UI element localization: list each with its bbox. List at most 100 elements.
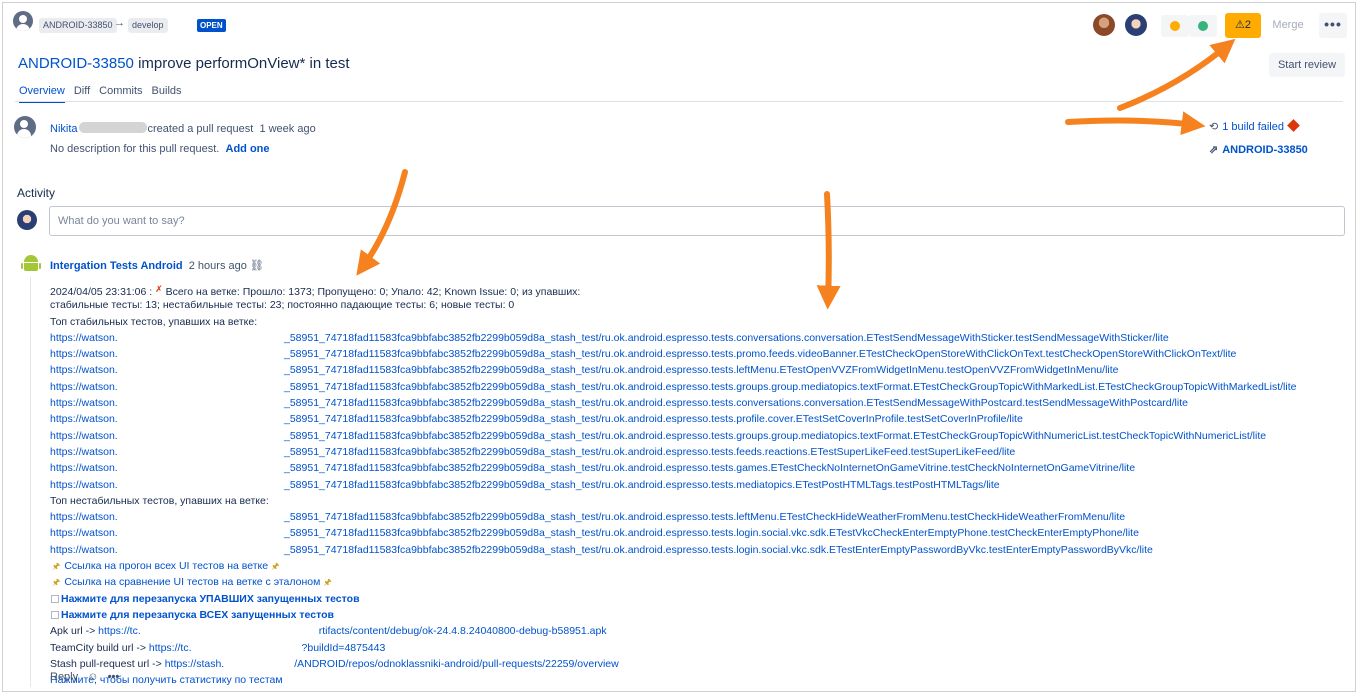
test-link-path[interactable]: _58951_74718fad11583fca9bbfabc3852fb2299… [284, 509, 1125, 525]
test-link-path[interactable]: _58951_74718fad11583fca9bbfabc3852fb2299… [284, 460, 1135, 476]
more-actions-button[interactable]: ••• [1319, 13, 1347, 38]
fail-mark-icon: ✗ [155, 284, 163, 294]
pin-icon: 🖈 [52, 577, 61, 588]
android-icon [21, 255, 41, 273]
test-link-host[interactable]: https://watson. [50, 542, 118, 558]
teamcity-url-link[interactable]: https://tc. ?buildId=4875443 [149, 642, 385, 654]
compare-ui-tests-link[interactable]: Ссылка на сравнение UI тестов на ветке с… [64, 576, 320, 588]
creator-line: Nikita created a pull request 1 week ago [50, 122, 316, 135]
test-link-row: https://watson. _58951_74718fad11583fca9b… [50, 330, 1350, 346]
stash-url-line: Stash pull-request url -> https://stash.… [50, 657, 619, 670]
test-link-host[interactable]: https://watson. [50, 362, 118, 378]
checkbox-icon [51, 594, 59, 603]
test-link-row: https://watson. _58951_74718fad11583fca9b… [50, 346, 1350, 362]
summary-line: 2024/04/05 23:31:06 : ✗ Всего на ветке: … [50, 284, 581, 298]
emoji-icon[interactable]: ☺ [87, 671, 98, 683]
test-link-row: https://watson. _58951_74718fad11583fca9b… [50, 542, 1350, 558]
list-item: 🖈 Ссылка на прогон всех UI тестов на ветк… [50, 558, 1350, 574]
test-link-path[interactable]: _58951_74718fad11583fca9bbfabc3852fb2299… [284, 379, 1296, 395]
merge-checks-warning-button[interactable]: ⚠2 [1225, 13, 1261, 38]
list-item: Нажмите для перезапуска ВСЕХ запущенных … [50, 607, 1350, 623]
comment-actions: Reply ☺ ••• [50, 671, 119, 683]
reviewer-avatar[interactable] [1125, 14, 1147, 36]
rerun-failed-link[interactable]: Нажмите для перезапуска УПАВШИХ запущенн… [61, 593, 360, 605]
test-link-path[interactable]: _58951_74718fad11583fca9bbfabc3852fb2299… [284, 477, 1000, 493]
test-link-row: https://watson. _58951_74718fad11583fca9b… [50, 362, 1350, 378]
test-link-row: https://watson. _58951_74718fad11583fca9b… [50, 379, 1350, 395]
test-link-row: https://watson. _58951_74718fad11583fca9b… [50, 509, 1350, 525]
test-link-host[interactable]: https://watson. [50, 428, 118, 444]
jira-issue-link[interactable]: ⇗ ANDROID-33850 [1209, 143, 1308, 156]
tab-diff[interactable]: Diff [74, 85, 90, 101]
test-link-host[interactable]: https://watson. [50, 525, 118, 541]
needs-work-status[interactable] [1161, 15, 1189, 37]
add-description-link[interactable]: Add one [226, 143, 270, 155]
list-item: 🖈 Ссылка на сравнение UI тестов на ветке … [50, 574, 1350, 590]
approved-status[interactable] [1189, 15, 1217, 37]
activity-heading: Activity [17, 186, 56, 200]
error-icon [1287, 119, 1300, 132]
page-title: ANDROID-33850 improve performOnView* in … [18, 55, 350, 72]
comment-author-link[interactable]: Intergation Tests Android [50, 260, 183, 272]
title-issue-key[interactable]: ANDROID-33850 [18, 55, 134, 72]
target-branch-tag[interactable]: develop [128, 18, 168, 33]
arrow-right-icon: → [114, 17, 125, 29]
tab-builds[interactable]: Builds [152, 85, 182, 101]
rerun-all-link[interactable]: Нажмите для перезапуска ВСЕХ запущенных … [61, 609, 334, 621]
pin-icon: 🖈 [271, 561, 280, 572]
stash-url-link[interactable]: https://stash./ANDROID/repos/odnoklassni… [165, 658, 619, 670]
creator-avatar[interactable] [14, 116, 36, 138]
pr-tabs: Overview Diff Commits Builds [19, 85, 191, 103]
apk-url-line: Apk url -> https://tc. rtifacts/content/d… [50, 625, 607, 638]
comment-input[interactable] [49, 206, 1345, 236]
merge-button[interactable]: Merge [1263, 13, 1313, 38]
apk-url-link[interactable]: https://tc. rtifacts/content/debug/ok-24.… [98, 625, 606, 637]
more-comment-actions[interactable]: ••• [108, 671, 120, 683]
tab-commits[interactable]: Commits [99, 85, 142, 101]
status-badge: OPEN [197, 19, 226, 32]
reviewer-avatar[interactable] [1093, 14, 1115, 36]
source-branch-tag[interactable]: ANDROID-33850 [39, 18, 117, 33]
test-link-host[interactable]: https://watson. [50, 509, 118, 525]
test-link-row: https://watson. _58951_74718fad11583fca9b… [50, 460, 1350, 476]
comment-time[interactable]: 2 hours ago [189, 260, 247, 272]
test-link-row: https://watson. _58951_74718fad11583fca9b… [50, 428, 1350, 444]
test-link-path[interactable]: _58951_74718fad11583fca9bbfabc3852fb2299… [284, 428, 1266, 444]
creator-name-link[interactable]: Nikita [50, 123, 78, 135]
test-link-row: https://watson. _58951_74718fad11583fca9b… [50, 411, 1350, 427]
test-link-host[interactable]: https://watson. [50, 346, 118, 362]
build-status-link[interactable]: ⟲ 1 build failed [1209, 119, 1300, 133]
test-link-host[interactable]: https://watson. [50, 379, 118, 395]
reply-button[interactable]: Reply [50, 671, 78, 683]
comment-header: Intergation Tests Android 2 hours ago ⛓ [50, 259, 264, 272]
test-link-row: https://watson. _58951_74718fad11583fca9b… [50, 444, 1350, 460]
pin-icon: 🖈 [323, 577, 332, 588]
stable-tests-heading: Топ стабильных тестов, упавших на ветке: [50, 315, 258, 328]
author-avatar[interactable] [13, 11, 33, 31]
test-link-host[interactable]: https://watson. [50, 395, 118, 411]
test-link-host[interactable]: https://watson. [50, 460, 118, 476]
test-link-path[interactable]: _58951_74718fad11583fca9bbfabc3852fb2299… [284, 444, 1015, 460]
test-link-path[interactable]: _58951_74718fad11583fca9bbfabc3852fb2299… [284, 542, 1153, 558]
test-link-path[interactable]: _58951_74718fad11583fca9bbfabc3852fb2299… [284, 525, 1139, 541]
test-link-path[interactable]: _58951_74718fad11583fca9bbfabc3852fb2299… [284, 411, 1023, 427]
start-review-button[interactable]: Start review [1269, 53, 1345, 77]
unstable-tests-heading: Топ нестабильных тестов, упавших на ветк… [50, 494, 269, 507]
warning-icon: ⚠ [1235, 19, 1245, 31]
test-link-path[interactable]: _58951_74718fad11583fca9bbfabc3852fb2299… [284, 362, 1119, 378]
test-link-path[interactable]: _58951_74718fad11583fca9bbfabc3852fb2299… [284, 346, 1236, 362]
test-link-host[interactable]: https://watson. [50, 330, 118, 346]
thread-line [30, 277, 31, 687]
test-link-host[interactable]: https://watson. [50, 477, 118, 493]
summary-line: стабильные тесты: 13; нестабильные тесты… [50, 299, 515, 312]
permalink-icon[interactable]: ⛓ [250, 260, 264, 272]
all-ui-tests-link[interactable]: Ссылка на прогон всех UI тестов на ветке [64, 560, 268, 572]
teamcity-url-line: TeamCity build url -> https://tc. ?buildI… [50, 641, 386, 654]
test-link-host[interactable]: https://watson. [50, 411, 118, 427]
list-item: Нажмите, чтобы получить статистику по те… [50, 672, 1350, 688]
test-link-host[interactable]: https://watson. [50, 444, 118, 460]
pull-request-page: ANDROID-33850 → develop OPEN ⚠2 Merge ••… [2, 2, 1356, 692]
redacted-surname [78, 122, 147, 133]
test-link-path[interactable]: _58951_74718fad11583fca9bbfabc3852fb2299… [284, 330, 1169, 346]
test-link-path[interactable]: _58951_74718fad11583fca9bbfabc3852fb2299… [284, 395, 1188, 411]
